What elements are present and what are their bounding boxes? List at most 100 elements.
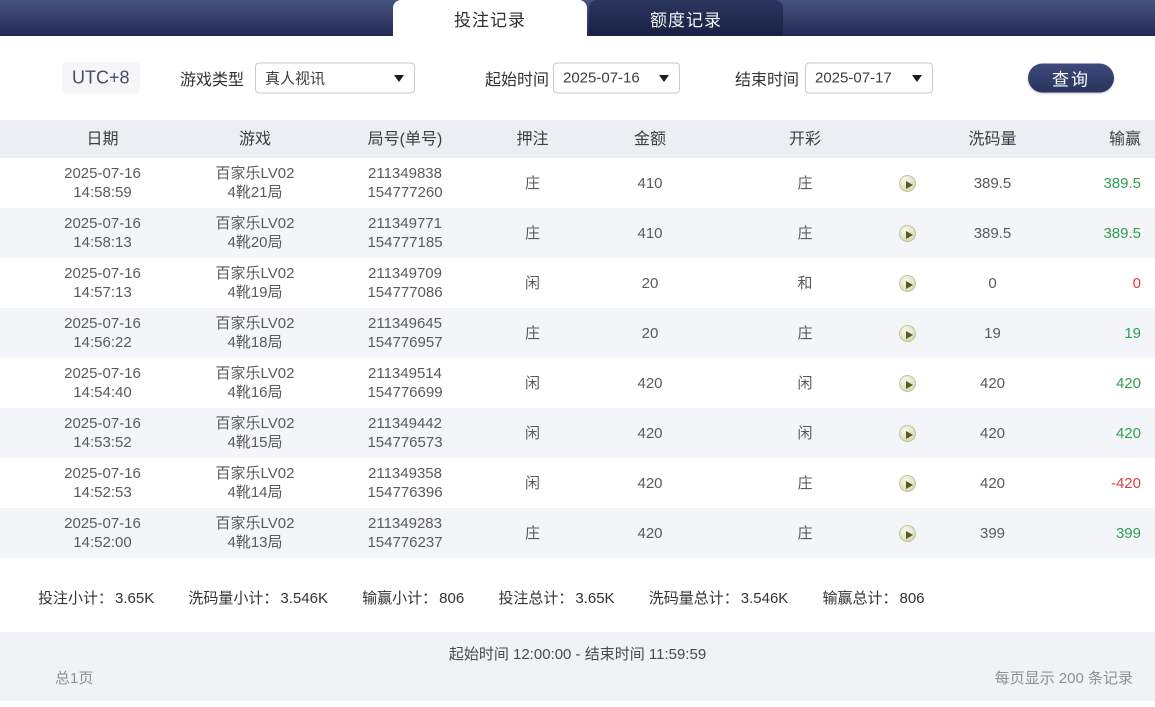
bet-cell: 庄	[524, 324, 540, 342]
round-cell: 211349771 154777185	[367, 215, 443, 251]
query-button[interactable]: 查询	[1028, 63, 1114, 93]
footer: 起始时间 12:00:00 - 结束时间 11:59:59 总1页 每页显示 2…	[0, 632, 1155, 701]
rolling-cell: 19	[984, 324, 1001, 342]
start-time-select[interactable]: 2025-07-16	[553, 62, 680, 94]
game-cell: 百家乐LV02 4靴15局	[215, 415, 295, 451]
game-cell: 百家乐LV02 4靴16局	[215, 365, 295, 401]
table-row: 2025-07-16 14:56:22 百家乐LV02 4靴18局 21134964…	[0, 308, 1155, 358]
play-icon[interactable]	[899, 175, 916, 193]
result-cell: 庄	[797, 474, 813, 492]
game-cell: 百家乐LV02 4靴20局	[215, 215, 295, 251]
date-cell: 2025-07-16 14:52:53	[64, 465, 141, 501]
col-header-winloss: 输赢	[1108, 130, 1141, 148]
game-type-value: 真人视讯	[265, 70, 326, 88]
col-header-bet: 押注	[516, 130, 549, 148]
replay-cell	[870, 474, 945, 493]
replay-cell	[870, 174, 945, 193]
game-cell: 百家乐LV02 4靴13局	[215, 515, 295, 551]
result-cell: 庄	[797, 174, 813, 192]
amount-cell: 20	[641, 324, 659, 342]
amount-cell: 410	[637, 224, 663, 242]
bet-cell: 闲	[524, 424, 540, 442]
play-icon[interactable]	[899, 225, 916, 243]
summary-bet-total: 投注总计： 3.65K	[498, 590, 615, 607]
play-icon[interactable]	[899, 525, 916, 543]
winloss-cell: 0	[1132, 274, 1141, 292]
rolling-cell: 420	[979, 424, 1006, 442]
rolling-cell: 0	[988, 274, 997, 292]
date-cell: 2025-07-16 14:54:40	[64, 365, 141, 401]
round-cell: 211349358 154776396	[367, 465, 443, 501]
tab-bet-records-label: 投注记录	[454, 10, 526, 30]
amount-cell: 420	[637, 374, 663, 392]
col-header-game: 游戏	[238, 130, 271, 148]
col-header-rolling: 洗码量	[968, 130, 1017, 148]
replay-cell	[870, 324, 945, 343]
play-icon[interactable]	[899, 275, 916, 293]
table-header: 日期 游戏 局号(单号) 押注 金额 开彩 洗码量 输赢	[0, 120, 1155, 158]
date-cell: 2025-07-16 14:57:13	[64, 265, 141, 301]
tab-bet-records[interactable]: 投注记录	[393, 0, 587, 36]
result-cell: 闲	[797, 424, 813, 442]
game-cell: 百家乐LV02 4靴14局	[215, 465, 295, 501]
date-cell: 2025-07-16 14:58:13	[64, 215, 141, 251]
chevron-down-icon	[659, 74, 669, 82]
summary-totals: 投注小计： 3.65K 洗码量小计： 3.546K 输赢小计： 806 投注总计： 3.…	[38, 587, 1138, 608]
table-body: 2025-07-16 14:58:59 百家乐LV02 4靴21局 21134983…	[0, 158, 1155, 558]
top-tab-bar: 投注记录 额度记录	[0, 0, 1155, 36]
winloss-cell: -420	[1110, 474, 1141, 492]
summary-winloss-subtotal: 输赢小计： 806	[362, 590, 465, 607]
start-time-value: 2025-07-16	[563, 69, 640, 87]
round-cell: 211349838 154777260	[367, 165, 443, 201]
bet-cell: 庄	[524, 174, 540, 192]
replay-cell	[870, 524, 945, 543]
col-header-amount: 金额	[633, 130, 666, 148]
play-icon[interactable]	[899, 375, 916, 393]
winloss-cell: 19	[1124, 324, 1141, 342]
game-cell: 百家乐LV02 4靴21局	[215, 165, 295, 201]
round-cell: 211349709 154777086	[367, 265, 443, 301]
amount-cell: 420	[637, 524, 663, 542]
round-cell: 211349442 154776573	[367, 415, 443, 451]
bet-cell: 庄	[524, 524, 540, 542]
winloss-cell: 389.5	[1103, 174, 1141, 192]
end-time-select[interactable]: 2025-07-17	[805, 62, 933, 94]
summary-rolling-total: 洗码量总计： 3.546K	[648, 590, 789, 607]
result-cell: 闲	[797, 374, 813, 392]
tab-quota-records-label: 额度记录	[650, 10, 722, 30]
replay-cell	[870, 424, 945, 443]
date-cell: 2025-07-16 14:53:52	[64, 415, 141, 451]
table-row: 2025-07-16 14:52:53 百家乐LV02 4靴14局 21134935…	[0, 458, 1155, 508]
play-icon[interactable]	[899, 425, 916, 443]
time-range-note: 起始时间 12:00:00 - 结束时间 11:59:59	[448, 646, 707, 663]
col-header-round: 局号(单号)	[367, 130, 443, 148]
summary-rolling-subtotal: 洗码量小计： 3.546K	[188, 590, 328, 607]
col-header-date: 日期	[86, 130, 119, 148]
timezone-label: UTC+8	[62, 62, 140, 94]
table-row: 2025-07-16 14:53:52 百家乐LV02 4靴15局 21134944…	[0, 408, 1155, 458]
bet-cell: 闲	[524, 374, 540, 392]
game-type-select[interactable]: 真人视讯	[255, 62, 415, 94]
col-header-result: 开彩	[788, 130, 821, 148]
replay-cell	[870, 274, 945, 293]
tab-quota-records[interactable]: 额度记录	[589, 0, 783, 36]
table-row: 2025-07-16 14:52:00 百家乐LV02 4靴13局 21134928…	[0, 508, 1155, 558]
chevron-down-icon	[912, 74, 922, 82]
filter-bar: UTC+8 游戏类型 真人视讯 起始时间 2025-07-16 结束时间 202…	[0, 36, 1155, 120]
play-icon[interactable]	[899, 325, 916, 343]
winloss-cell: 399	[1115, 524, 1141, 542]
play-icon[interactable]	[899, 475, 916, 493]
replay-cell	[870, 374, 945, 393]
winloss-cell: 420	[1115, 424, 1141, 442]
result-cell: 和	[797, 274, 813, 292]
result-cell: 庄	[797, 224, 813, 242]
chevron-down-icon	[394, 74, 404, 82]
game-type-label: 游戏类型	[180, 72, 245, 89]
rolling-cell: 420	[979, 374, 1006, 392]
round-cell: 211349645 154776957	[367, 315, 443, 351]
rolling-cell: 389.5	[973, 224, 1012, 242]
end-time-value: 2025-07-17	[815, 69, 892, 87]
amount-cell: 20	[641, 274, 659, 292]
rolling-cell: 420	[979, 474, 1006, 492]
bet-cell: 庄	[524, 224, 540, 242]
